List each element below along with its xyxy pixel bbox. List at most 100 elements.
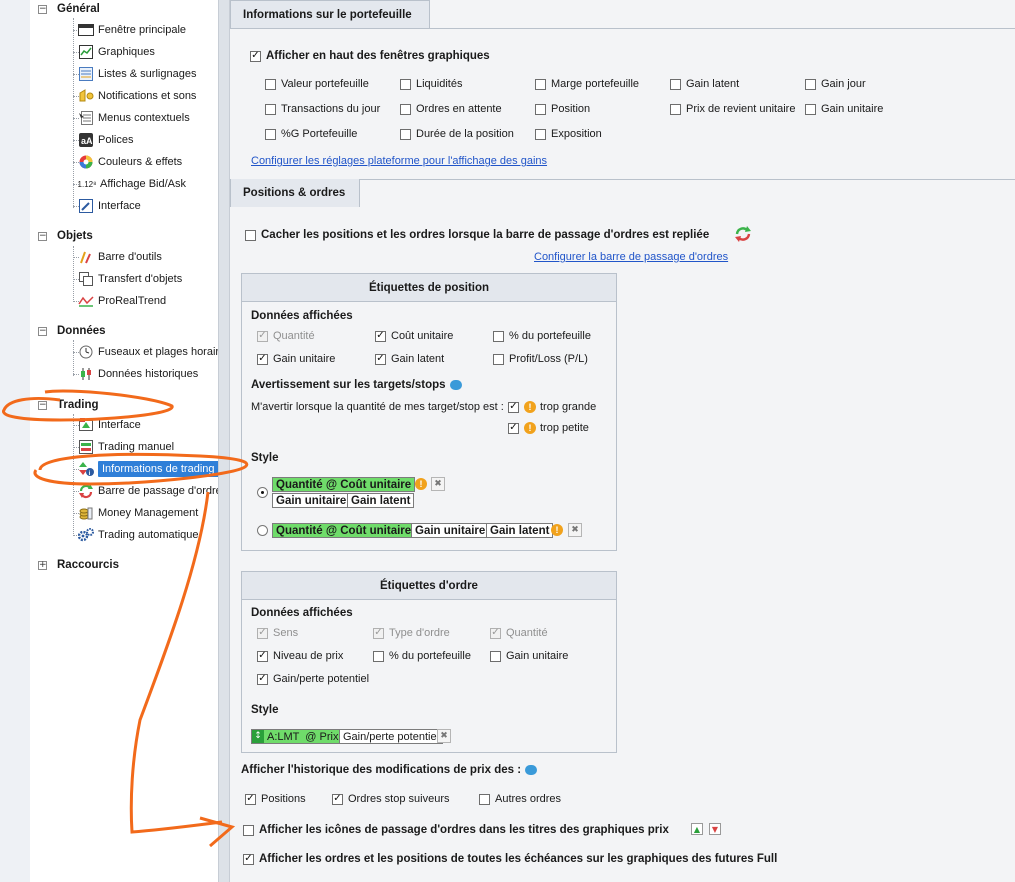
tree-item-trading-manuel[interactable]: Trading manuel bbox=[78, 438, 174, 456]
pos-gain-unitaire-checkbox[interactable]: ✓ Gain unitaire bbox=[257, 353, 335, 365]
opt-position[interactable]: Position bbox=[535, 103, 590, 115]
tree-item-barre-outils[interactable]: Barre d'outils bbox=[78, 248, 162, 266]
tree-item-label: Fuseaux et plages horaires bbox=[98, 346, 231, 358]
collapse-toggle[interactable]: − bbox=[38, 400, 47, 410]
opt-liquidites[interactable]: Liquidités bbox=[400, 78, 462, 90]
help-bubble-icon[interactable] bbox=[449, 379, 462, 390]
configure-order-bar-link[interactable]: Configurer la barre de passage d'ordres bbox=[534, 251, 728, 263]
opt-exposition[interactable]: Exposition bbox=[535, 128, 602, 140]
show-order-icons-checkbox[interactable]: Afficher les icônes de passage d'ordres … bbox=[243, 824, 669, 836]
tree-item-bidask[interactable]: 1.12⁸ Affichage Bid/Ask bbox=[78, 175, 186, 193]
close-icon[interactable]: ✖ bbox=[568, 523, 582, 537]
order-type-chip: ↕ A:LMT @ Prix bbox=[251, 729, 343, 744]
tree-item-trading-automatique[interactable]: Trading automatique bbox=[78, 526, 199, 544]
tree-item-notifications[interactable]: Notifications et sons bbox=[78, 87, 196, 105]
tree-section-raccourcis[interactable]: + Raccourcis bbox=[38, 557, 119, 573]
tree-item-label: Interface bbox=[98, 200, 141, 212]
order-quantite-checkbox[interactable]: ✓ Quantité bbox=[490, 627, 548, 639]
order-gain-unitaire-checkbox[interactable]: Gain unitaire bbox=[490, 650, 568, 662]
opt-ordres-attente[interactable]: Ordres en attente bbox=[400, 103, 502, 115]
pos-profit-loss-checkbox[interactable]: Profit/Loss (P/L) bbox=[493, 353, 588, 365]
opt-duree-position[interactable]: Durée de la position bbox=[400, 128, 514, 140]
opt-transactions[interactable]: Transactions du jour bbox=[265, 103, 380, 115]
tree-item-graphiques[interactable]: Graphiques bbox=[78, 43, 155, 61]
checkmark: ✓ bbox=[375, 330, 386, 342]
tree-item-listes[interactable]: Listes & surlignages bbox=[78, 65, 196, 83]
tree-item-couleurs[interactable]: Couleurs & effets bbox=[78, 153, 182, 171]
checkmark: ✓ bbox=[250, 50, 261, 62]
help-bubble-icon[interactable] bbox=[525, 764, 538, 775]
configure-gains-link[interactable]: Configurer les réglages plateforme pour … bbox=[251, 155, 547, 167]
opt-prix-revient[interactable]: Prix de revient unitaire bbox=[670, 103, 795, 115]
order-sens-checkbox[interactable]: ✓ Sens bbox=[257, 627, 298, 639]
close-icon[interactable]: ✖ bbox=[431, 477, 445, 491]
opt-gain-jour[interactable]: Gain jour bbox=[805, 78, 866, 90]
tree-item-polices[interactable]: aA Polices bbox=[78, 131, 133, 149]
tree-item-fenetre-principale[interactable]: Fenêtre principale bbox=[78, 21, 186, 39]
tree-item-transfert[interactable]: Transfert d'objets bbox=[78, 270, 182, 288]
opt-marge[interactable]: Marge portefeuille bbox=[535, 78, 639, 90]
pos-quantite-checkbox[interactable]: ✓ Quantité bbox=[257, 330, 315, 342]
history-autres-checkbox[interactable]: Autres ordres bbox=[479, 793, 561, 805]
checkmark: ✓ bbox=[373, 627, 384, 639]
tree-item-historiques[interactable]: Données historiques bbox=[78, 365, 198, 383]
checkbox-box bbox=[805, 103, 816, 115]
tree-item-barre-passage[interactable]: Barre de passage d'ordres bbox=[78, 482, 227, 500]
expand-toggle[interactable]: + bbox=[38, 560, 47, 570]
opt-valeur-portefeuille[interactable]: Valeur portefeuille bbox=[265, 78, 369, 90]
tree-item-money-management[interactable]: Money Management bbox=[78, 504, 198, 522]
splitter[interactable] bbox=[218, 0, 230, 882]
style-radio-inline[interactable] bbox=[257, 525, 268, 536]
order-pct-portefeuille-checkbox[interactable]: % du portefeuille bbox=[373, 650, 471, 662]
tree-item-prorealtrend[interactable]: ProRealTrend bbox=[78, 292, 166, 310]
collapse-toggle[interactable]: − bbox=[38, 326, 47, 336]
collapse-toggle[interactable]: − bbox=[38, 4, 47, 14]
tree-section-trading[interactable]: − Trading bbox=[38, 397, 99, 413]
warning-icon: ! bbox=[415, 478, 427, 490]
tree-item-label: Transfert d'objets bbox=[98, 273, 183, 285]
buy-arrow-icon: ▲ bbox=[691, 823, 703, 835]
opt-gain-unitaire[interactable]: Gain unitaire bbox=[805, 103, 883, 115]
tree-item-informations-trading[interactable]: i Informations de trading bbox=[78, 460, 219, 478]
collapse-toggle[interactable]: − bbox=[38, 231, 47, 241]
checkbox-label: Profit/Loss (P/L) bbox=[509, 353, 588, 365]
history-positions-checkbox[interactable]: ✓ Positions bbox=[245, 793, 306, 805]
style-radio-stacked[interactable] bbox=[257, 487, 268, 498]
qty-cost-chip: Quantité @ Coût unitaire bbox=[272, 477, 416, 492]
tree-item-trading-interface[interactable]: Interface bbox=[78, 416, 141, 434]
opt-pct-portefeuille[interactable]: %G Portefeuille bbox=[265, 128, 357, 140]
checkbox-label: Position bbox=[551, 103, 591, 115]
checkbox-label: Afficher les ordres et les positions de … bbox=[259, 853, 778, 865]
checkbox-label: Gain latent bbox=[391, 353, 445, 365]
hide-positions-checkbox[interactable]: Cacher les positions et les ordres lorsq… bbox=[245, 229, 709, 241]
show-futures-orders-checkbox[interactable]: ✓ Afficher les ordres et les positions de… bbox=[243, 853, 777, 865]
tree-item-label: Affichage Bid/Ask bbox=[100, 178, 187, 190]
tree-section-label: Données bbox=[57, 325, 106, 337]
too-large-checkbox[interactable]: ✓! trop grande bbox=[508, 401, 596, 413]
window-icon bbox=[78, 23, 94, 37]
show-top-checkbox[interactable]: ✓ Afficher en haut des fenêtres graphique… bbox=[250, 50, 490, 62]
order-type-checkbox[interactable]: ✓ Type d'ordre bbox=[373, 627, 450, 639]
warning-title: Avertissement sur les targets/stops bbox=[251, 379, 462, 391]
tree-section-donnees[interactable]: − Données bbox=[38, 323, 106, 339]
tree-item-menus[interactable]: Menus contextuels bbox=[78, 109, 190, 127]
close-icon[interactable]: ✖ bbox=[437, 729, 451, 743]
tree-item-interface[interactable]: Interface bbox=[78, 197, 141, 215]
checkbox-box bbox=[493, 353, 504, 365]
order-niveau-prix-checkbox[interactable]: ✓ Niveau de prix bbox=[257, 650, 343, 662]
checkbox-box bbox=[805, 78, 816, 90]
tree-item-label: Polices bbox=[98, 134, 134, 146]
warning-icon: ! bbox=[524, 401, 536, 413]
pos-cout-unitaire-checkbox[interactable]: ✓ Coût unitaire bbox=[375, 330, 453, 342]
tree-section-general[interactable]: − Général bbox=[38, 1, 100, 17]
pos-pct-portefeuille-checkbox[interactable]: % du portefeuille bbox=[493, 330, 591, 342]
checkmark: ✓ bbox=[243, 853, 254, 865]
history-stop-suiveurs-checkbox[interactable]: ✓ Ordres stop suiveurs bbox=[332, 793, 449, 805]
tree-section-objets[interactable]: − Objets bbox=[38, 228, 93, 244]
too-small-checkbox[interactable]: ✓! trop petite bbox=[508, 422, 589, 434]
pos-gain-latent-checkbox[interactable]: ✓ Gain latent bbox=[375, 353, 444, 365]
tree-item-fuseaux[interactable]: Fuseaux et plages horaires bbox=[78, 343, 231, 361]
clock-icon bbox=[78, 345, 94, 359]
order-gain-perte-checkbox[interactable]: ✓ Gain/perte potentiel bbox=[257, 673, 369, 685]
opt-gain-latent[interactable]: Gain latent bbox=[670, 78, 739, 90]
